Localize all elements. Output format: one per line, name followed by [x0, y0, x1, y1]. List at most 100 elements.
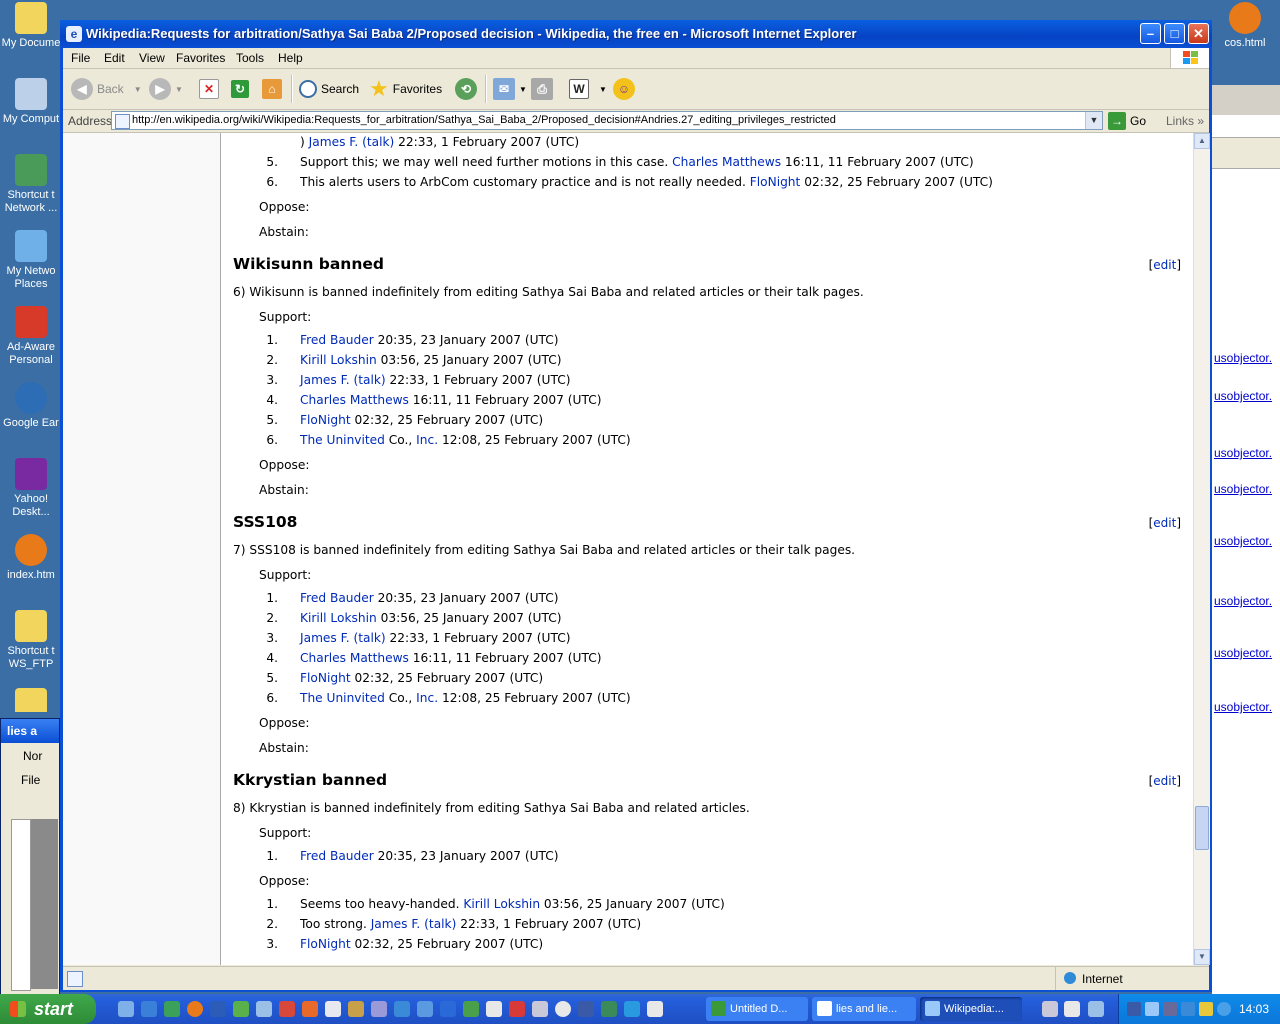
desktop-icon-ad-aware[interactable]: Ad-Aware Personal [0, 306, 62, 367]
quicklaunch-icon[interactable] [486, 1001, 502, 1017]
quicklaunch-icon[interactable] [187, 1001, 203, 1017]
quicklaunch-icon[interactable] [302, 1001, 318, 1017]
desktop-icon-folder[interactable] [0, 688, 62, 712]
address-dropdown-button[interactable]: ▼ [1085, 112, 1102, 129]
menu-edit[interactable]: Edit [104, 51, 125, 65]
search-button[interactable]: Search [299, 77, 359, 101]
menu-tools[interactable]: Tools [236, 51, 264, 65]
taskbar-icon[interactable] [1088, 1001, 1104, 1017]
user-link[interactable]: Fred Bauder [300, 591, 374, 605]
user-link[interactable]: Charles Matthews [300, 651, 409, 665]
scroll-down-button[interactable]: ▼ [1194, 949, 1210, 965]
quicklaunch-icon[interactable] [417, 1001, 433, 1017]
quicklaunch-icon[interactable] [348, 1001, 364, 1017]
user-link[interactable]: James F. (talk) [300, 373, 386, 387]
refresh-button[interactable]: ↻ [231, 77, 253, 101]
background-link[interactable]: usobjector. [1214, 351, 1272, 365]
favorites-button[interactable]: ★ Favorites [369, 76, 442, 101]
user-link[interactable]: Inc. [416, 691, 438, 705]
edit-link[interactable]: [edit] [1149, 516, 1181, 530]
menu-file[interactable]: File [71, 51, 90, 65]
quicklaunch-icon[interactable] [555, 1001, 571, 1017]
user-link[interactable]: Kirill Lokshin [300, 353, 377, 367]
menu-favorites[interactable]: Favorites [176, 51, 225, 65]
minimize-button[interactable]: – [1140, 23, 1161, 44]
address-input[interactable]: http://en.wikipedia.org/wiki/Wikipedia:R… [111, 111, 1103, 130]
quicklaunch-icon[interactable] [647, 1001, 663, 1017]
user-link[interactable]: FloNight [300, 413, 351, 427]
mail-button[interactable]: ✉ ▼ [493, 77, 527, 101]
tray-icon[interactable] [1181, 1002, 1195, 1016]
background-link[interactable]: usobjector. [1214, 646, 1272, 660]
background-link[interactable]: usobjector. [1214, 389, 1272, 403]
go-button[interactable]: → Go [1108, 111, 1146, 131]
quicklaunch-icon[interactable] [371, 1001, 387, 1017]
background-link[interactable]: usobjector. [1214, 482, 1272, 496]
menu-help[interactable]: Help [278, 51, 303, 65]
word-window-fragment[interactable]: lies a Nor File [0, 718, 60, 996]
tray-icon[interactable] [1127, 1002, 1141, 1016]
links-button[interactable]: Links » [1166, 114, 1204, 128]
user-link[interactable]: Fred Bauder [300, 333, 374, 347]
user-link[interactable]: James F. (talk) [371, 917, 457, 931]
help-icon[interactable] [1064, 1001, 1080, 1017]
user-link[interactable]: FloNight [750, 175, 801, 189]
word-style-box[interactable]: Nor [23, 749, 55, 763]
word-menu-file[interactable]: File [21, 773, 59, 787]
stop-button[interactable]: ✕ [199, 77, 223, 101]
background-link[interactable]: usobjector. [1214, 700, 1272, 714]
user-link[interactable]: Inc. [416, 433, 438, 447]
desktop-icon-ws-ftp[interactable]: Shortcut t WS_FTP [0, 610, 62, 671]
maximize-button[interactable]: □ [1164, 23, 1185, 44]
desktop-icon-cos-html[interactable]: cos.html [1210, 2, 1280, 50]
vertical-scrollbar[interactable]: ▲ ▼ [1193, 133, 1210, 965]
user-link[interactable]: FloNight [300, 671, 351, 685]
forward-button[interactable]: ▶ ▼ [149, 77, 183, 101]
menu-view[interactable]: View [139, 51, 165, 65]
desktop-icon-my-network-places[interactable]: My Netwo Places [0, 230, 62, 291]
background-link[interactable]: usobjector. [1214, 534, 1272, 548]
start-button[interactable]: start [0, 994, 96, 1024]
desktop-icon-yahoo-desktop[interactable]: Yahoo! Deskt... [0, 458, 62, 519]
quicklaunch-icon[interactable] [440, 1001, 456, 1017]
taskbar-icon[interactable] [1042, 1001, 1058, 1017]
user-link[interactable]: James F. (talk) [309, 135, 395, 149]
tray-icon[interactable] [1145, 1002, 1159, 1016]
quicklaunch-icon[interactable] [509, 1001, 525, 1017]
quicklaunch-icon[interactable] [601, 1001, 617, 1017]
scroll-up-button[interactable]: ▲ [1194, 133, 1210, 149]
edit-link[interactable]: [edit] [1149, 774, 1181, 788]
user-link[interactable]: FloNight [300, 937, 351, 951]
tray-icon[interactable] [1163, 1002, 1177, 1016]
background-link[interactable]: usobjector. [1214, 594, 1272, 608]
desktop-icon-my-documents[interactable]: My Docume [0, 2, 62, 50]
task-wikipedia[interactable]: Wikipedia:... [920, 997, 1022, 1021]
quicklaunch-icon[interactable] [256, 1001, 272, 1017]
task-lies-and-lies[interactable]: lies and lie... [812, 997, 916, 1021]
history-button[interactable]: ⟲ [455, 77, 481, 101]
task-untitled-document[interactable]: Untitled D... [706, 997, 808, 1021]
desktop-icon-network-shortcut[interactable]: Shortcut t Network ... [0, 154, 62, 215]
quicklaunch-icon[interactable] [394, 1001, 410, 1017]
user-link[interactable]: Charles Matthews [300, 393, 409, 407]
quicklaunch-icon[interactable] [624, 1001, 640, 1017]
desktop-icon-my-computer[interactable]: My Comput [0, 78, 62, 126]
tray-icon[interactable] [1199, 1002, 1213, 1016]
quicklaunch-icon[interactable] [141, 1001, 157, 1017]
user-link[interactable]: Fred Bauder [300, 849, 374, 863]
title-bar[interactable]: e Wikipedia:Requests for arbitration/Sat… [60, 20, 1212, 48]
user-link[interactable]: Kirill Lokshin [463, 897, 540, 911]
user-link[interactable]: Kirill Lokshin [300, 611, 377, 625]
edit-button[interactable]: W ▼ [569, 77, 607, 101]
quicklaunch-icon[interactable] [463, 1001, 479, 1017]
quicklaunch-icon[interactable] [578, 1001, 594, 1017]
home-button[interactable]: ⌂ [262, 77, 286, 101]
close-button[interactable]: ✕ [1188, 23, 1209, 44]
quicklaunch-icon[interactable] [164, 1001, 180, 1017]
desktop-icon-google-earth[interactable]: Google Ear [0, 382, 62, 430]
desktop-icon-index-htm[interactable]: index.htm [0, 534, 62, 582]
user-link[interactable]: James F. (talk) [300, 631, 386, 645]
quicklaunch-icon[interactable] [118, 1001, 134, 1017]
scroll-thumb[interactable] [1195, 806, 1209, 850]
messenger-button[interactable]: ☺ [613, 77, 639, 101]
